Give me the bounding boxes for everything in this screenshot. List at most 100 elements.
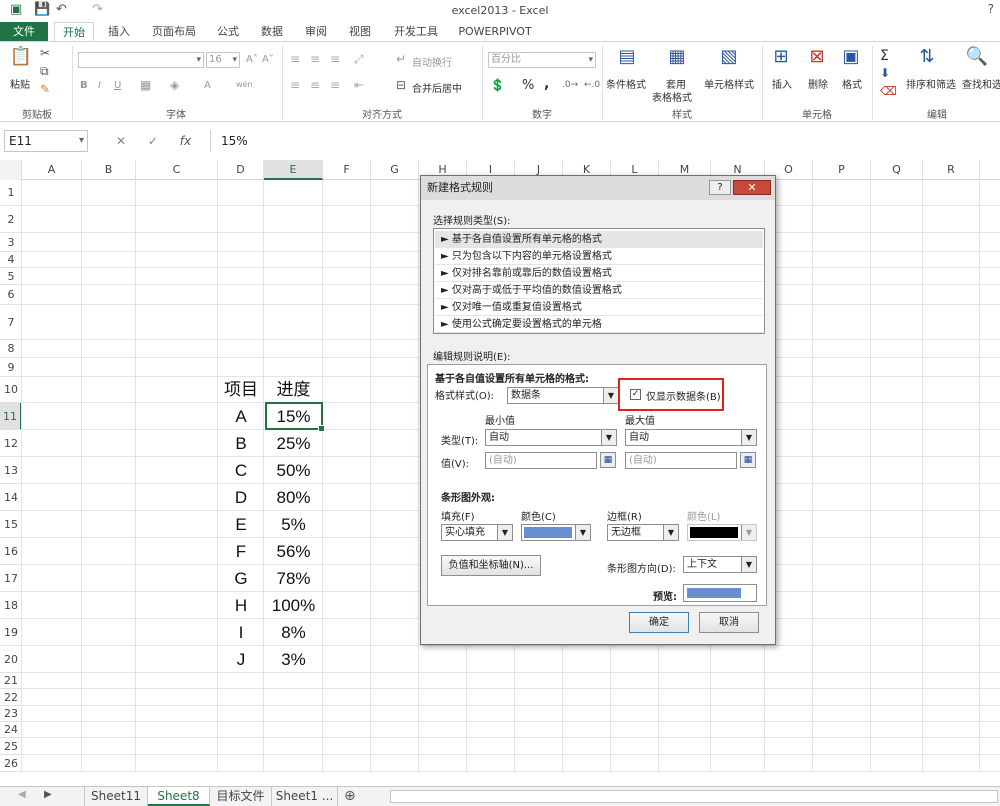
sheet-tab-active[interactable]: Sheet8	[148, 787, 210, 806]
font-size-combo[interactable]: 16	[206, 52, 240, 68]
item-cell[interactable]: A	[218, 403, 264, 430]
underline-button[interactable]: U	[114, 80, 121, 91]
phonetic-button[interactable]: wén	[236, 80, 253, 89]
delete-cells-icon[interactable]: ⊠	[804, 46, 830, 68]
item-cell[interactable]: H	[218, 592, 264, 619]
cut-icon[interactable]: ✂	[40, 46, 50, 60]
shrink-font-button[interactable]: A˅	[262, 54, 274, 65]
copy-icon[interactable]: ⧉	[40, 64, 49, 79]
cancel-entry-icon[interactable]: ✕	[116, 134, 126, 148]
find-select-icon[interactable]: 🔍	[964, 46, 990, 68]
paste-button[interactable]: 粘贴	[10, 76, 30, 91]
merge-center-button[interactable]: 合并后居中	[412, 80, 462, 95]
row-header[interactable]: 6	[0, 285, 22, 305]
scroll-prev-sheet-icon[interactable]: ◀	[18, 789, 26, 800]
tab-home[interactable]: 开始	[54, 22, 94, 42]
horizontal-scrollbar[interactable]	[390, 790, 998, 803]
column-header-selected[interactable]: E	[264, 160, 323, 180]
increase-decimal-icon[interactable]: .0→	[562, 80, 578, 90]
progress-cell[interactable]: 80%	[264, 484, 323, 511]
row-header[interactable]: 19	[0, 619, 22, 646]
align-bottom-icon[interactable]: ≡	[330, 52, 340, 66]
min-type-select[interactable]: 自动 ▼	[485, 429, 617, 446]
selected-cell-E11[interactable]	[265, 402, 325, 432]
row-header[interactable]: 15	[0, 511, 22, 538]
row-header[interactable]: 17	[0, 565, 22, 592]
row-header[interactable]: 7	[0, 305, 22, 340]
indent-icon[interactable]: ⇤	[354, 78, 364, 92]
autosum-button[interactable]: Σ	[880, 48, 889, 64]
new-sheet-icon[interactable]: ⊕	[344, 788, 356, 804]
row-header[interactable]: 9	[0, 358, 22, 377]
tab-powerpivot[interactable]: POWERPIVOT	[454, 22, 536, 42]
row-header[interactable]: 13	[0, 457, 22, 484]
item-cell[interactable]: J	[218, 646, 264, 673]
formula-input[interactable]: 15%	[210, 130, 998, 152]
column-header[interactable]: C	[136, 160, 218, 180]
row-header[interactable]: 2	[0, 206, 22, 233]
tab-view[interactable]: 视图	[342, 22, 378, 42]
fill-type-select[interactable]: 实心填充 ▼	[441, 524, 513, 541]
format-style-select[interactable]: 数据条 ▼	[507, 387, 619, 404]
conditional-format-button[interactable]: 条件格式	[606, 76, 646, 91]
row-header[interactable]: 24	[0, 722, 22, 738]
row-header[interactable]: 4	[0, 252, 22, 268]
scroll-next-sheet-icon[interactable]: ▶	[44, 789, 52, 800]
row-header[interactable]: 3	[0, 233, 22, 252]
bold-button[interactable]: B	[80, 80, 88, 91]
item-cell[interactable]: F	[218, 538, 264, 565]
sheet-tab[interactable]: Sheet1 ...	[272, 787, 338, 806]
format-as-table-button-2[interactable]: 表格格式	[652, 89, 692, 104]
column-header[interactable]: B	[82, 160, 136, 180]
find-select-button[interactable]: 查找和选	[962, 76, 1000, 91]
format-painter-icon[interactable]: ✎	[40, 82, 50, 96]
number-format-combo[interactable]: 百分比	[488, 52, 596, 68]
row-header[interactable]: 10	[0, 377, 22, 403]
name-box[interactable]: E11	[4, 130, 88, 152]
decrease-decimal-icon[interactable]: ←.0	[584, 80, 600, 90]
row-header[interactable]: 21	[0, 673, 22, 689]
rule-type-item[interactable]: ► 仅对唯一值或重复值设置格式	[435, 299, 763, 316]
max-value-input[interactable]: (自动)	[625, 452, 737, 469]
wrap-text-icon[interactable]: ↵	[396, 52, 406, 66]
window-help-icon[interactable]: ?	[988, 2, 994, 16]
font-color-button[interactable]: A	[204, 80, 211, 91]
column-header[interactable]: G	[371, 160, 419, 180]
row-header[interactable]: 18	[0, 592, 22, 619]
conditional-format-icon[interactable]: ▤	[614, 46, 640, 68]
select-all-button[interactable]	[0, 160, 22, 180]
progress-cell[interactable]: 3%	[264, 646, 323, 673]
min-value-input[interactable]: (自动)	[485, 452, 597, 469]
tab-insert[interactable]: 插入	[100, 22, 138, 42]
rule-type-item[interactable]: ► 基于各自值设置所有单元格的格式	[435, 231, 763, 248]
item-cell[interactable]: G	[218, 565, 264, 592]
row-header[interactable]: 16	[0, 538, 22, 565]
row-header[interactable]: 12	[0, 430, 22, 457]
sheet-tab[interactable]: 目标文件	[210, 787, 272, 806]
column-header[interactable]: D	[218, 160, 264, 180]
row-header[interactable]: 23	[0, 706, 22, 722]
header-progress-cell[interactable]: 进度	[264, 377, 323, 403]
column-header[interactable]: Q	[871, 160, 923, 180]
column-header[interactable]: P	[813, 160, 871, 180]
item-cell[interactable]: B	[218, 430, 264, 457]
fill-color-select[interactable]: ▼	[521, 524, 591, 541]
format-as-table-icon[interactable]: ▦	[664, 46, 690, 68]
column-header[interactable]: A	[22, 160, 82, 180]
grow-font-button[interactable]: A˄	[246, 54, 258, 65]
merge-icon[interactable]: ⊟	[396, 78, 406, 92]
row-header[interactable]: 14	[0, 484, 22, 511]
font-name-combo[interactable]	[78, 52, 204, 68]
negative-axis-button[interactable]: 负值和坐标轴(N)...	[441, 555, 541, 576]
format-cells-button[interactable]: 格式	[842, 76, 862, 91]
insert-cells-button[interactable]: 插入	[772, 76, 792, 91]
rule-type-item[interactable]: ► 仅对高于或低于平均值的数值设置格式	[435, 282, 763, 299]
tab-data[interactable]: 数据	[254, 22, 290, 42]
row-header[interactable]: 20	[0, 646, 22, 673]
row-header[interactable]: 25	[0, 738, 22, 755]
progress-cell[interactable]: 100%	[264, 592, 323, 619]
borders-icon[interactable]: ▦	[140, 78, 151, 92]
fill-icon[interactable]: ⬇	[880, 66, 890, 80]
progress-cell[interactable]: 5%	[264, 511, 323, 538]
direction-select[interactable]: 上下文 ▼	[683, 556, 757, 573]
